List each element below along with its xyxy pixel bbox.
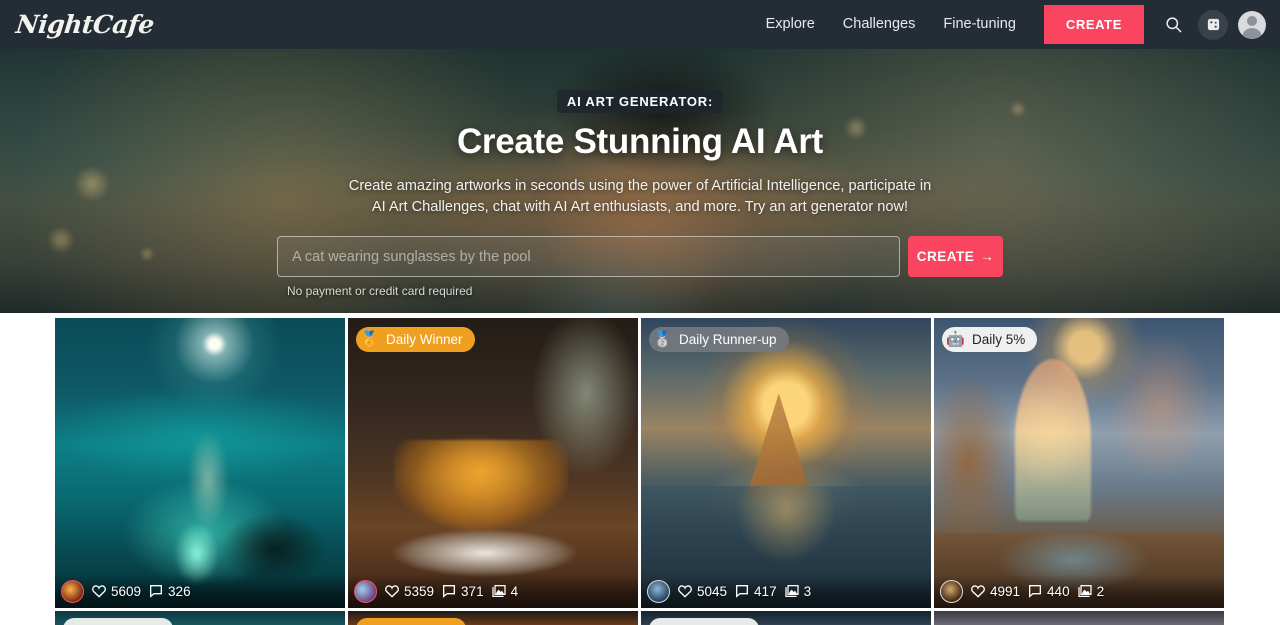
creator-avatar[interactable] <box>940 579 963 603</box>
status-badge-daily-runner-up: 🥈 Daily Runner-up <box>649 327 789 352</box>
image-count[interactable]: 2 <box>1077 583 1105 599</box>
like-count[interactable]: 5359 <box>384 583 434 599</box>
main-navigation: Explore Challenges Fine-tuning CREATE <box>752 0 1280 49</box>
robot-icon: 🤖 <box>946 331 965 348</box>
images-icon <box>491 585 506 597</box>
status-badge-daily-winner: 🏅 Daily Winner <box>356 327 475 352</box>
page-title: Create Stunning AI Art <box>456 122 824 161</box>
heart-icon <box>678 585 692 598</box>
image-count[interactable]: 3 <box>784 583 812 599</box>
nav-item-explore[interactable]: Explore <box>752 0 829 49</box>
comment-count[interactable]: 440 <box>1027 583 1070 599</box>
image-count-value: 2 <box>1096 583 1105 599</box>
heart-icon <box>971 585 985 598</box>
hero-content: AI ART GENERATOR: Create Stunning AI Art… <box>0 49 1280 313</box>
comment-icon <box>443 585 456 598</box>
nav-item-challenges[interactable]: Challenges <box>829 0 930 49</box>
status-badge-label: Daily 5% <box>972 332 1026 347</box>
silver-medal-icon: 🥈 <box>653 331 672 348</box>
artwork-image <box>934 318 1224 608</box>
status-badge <box>356 618 466 625</box>
search-icon[interactable] <box>1158 10 1188 40</box>
status-badge-label: Daily Runner-up <box>679 332 777 347</box>
like-count[interactable]: 5045 <box>677 583 727 599</box>
comment-count-value: 417 <box>754 583 777 599</box>
artwork-card-room[interactable]: 🤖 Daily 5% 4991 440 2 <box>934 318 1224 608</box>
comment-icon <box>150 585 163 598</box>
prompt-input[interactable] <box>277 236 900 277</box>
artwork-card-mermaid[interactable]: 5609 326 <box>55 318 345 608</box>
comment-count-value: 326 <box>168 583 191 599</box>
avatar[interactable] <box>1238 10 1266 39</box>
heart-icon <box>385 585 399 598</box>
artwork-stats: 5045 417 3 <box>641 574 931 608</box>
comment-count-value: 440 <box>1047 583 1070 599</box>
artwork-image <box>348 318 638 608</box>
image-count[interactable]: 4 <box>491 583 519 599</box>
creator-avatar[interactable] <box>647 579 670 603</box>
like-count[interactable]: 4991 <box>970 583 1020 599</box>
hero-section: AI ART GENERATOR: Create Stunning AI Art… <box>0 49 1280 313</box>
artwork-card-next-row[interactable] <box>348 611 638 625</box>
no-payment-note: No payment or credit card required <box>287 284 473 298</box>
like-count-value: 4991 <box>990 583 1021 599</box>
artwork-card-teacup[interactable]: 🏅 Daily Winner 5359 371 4 <box>348 318 638 608</box>
status-badge-label: Daily Winner <box>386 332 463 347</box>
heart-icon <box>92 585 106 598</box>
image-count-value: 4 <box>510 583 519 599</box>
image-count-value: 3 <box>803 583 812 599</box>
create-button-header[interactable]: CREATE <box>1043 5 1144 44</box>
artwork-image <box>55 318 345 608</box>
creator-avatar[interactable] <box>354 579 377 603</box>
hero-eyebrow-label: AI ART GENERATOR: <box>556 90 724 113</box>
like-count[interactable]: 5609 <box>91 583 141 599</box>
artwork-stats: 4991 440 2 <box>934 574 1224 608</box>
nav-item-fine-tuning[interactable]: Fine-tuning <box>929 0 1030 49</box>
artwork-stats: 5609 326 <box>55 574 345 608</box>
like-count-value: 5609 <box>111 583 142 599</box>
comment-icon <box>1029 585 1042 598</box>
artwork-card-sailboat[interactable]: 🥈 Daily Runner-up 5045 417 3 <box>641 318 931 608</box>
comment-count[interactable]: 371 <box>441 583 484 599</box>
comment-count-value: 371 <box>461 583 484 599</box>
artwork-card-next-row[interactable] <box>55 611 345 625</box>
gold-medal-icon: 🏅 <box>360 331 379 348</box>
images-icon <box>1077 585 1092 597</box>
hero-subtitle: Create amazing artworks in seconds using… <box>348 178 932 215</box>
artwork-card-next-row[interactable] <box>641 611 931 625</box>
create-button-label: CREATE <box>916 249 975 264</box>
artwork-card-next-row[interactable] <box>934 611 1224 625</box>
create-button-hero[interactable]: CREATE → <box>908 236 1003 277</box>
dice-icon[interactable] <box>1198 9 1228 40</box>
creator-avatar[interactable] <box>61 579 84 603</box>
artwork-stats: 5359 371 4 <box>348 574 638 608</box>
status-badge <box>63 618 173 625</box>
images-icon <box>784 585 799 597</box>
artwork-gallery: 5609 326 🏅 Daily Winner 5359 371 4 🥈 Dai… <box>55 318 1225 625</box>
status-badge-daily-5-percent: 🤖 Daily 5% <box>942 327 1038 352</box>
artwork-image <box>641 318 931 608</box>
comment-count[interactable]: 417 <box>734 583 777 599</box>
status-badge <box>649 618 759 625</box>
comment-icon <box>736 585 749 598</box>
prompt-form: CREATE → <box>277 236 1003 277</box>
nightcafe-logo[interactable]: NightCafe <box>14 10 155 39</box>
comment-count[interactable]: 326 <box>148 583 191 599</box>
like-count-value: 5045 <box>697 583 728 599</box>
arrow-right-icon: → <box>980 249 995 264</box>
like-count-value: 5359 <box>404 583 435 599</box>
site-header: NightCafe Explore Challenges Fine-tuning… <box>0 0 1280 49</box>
